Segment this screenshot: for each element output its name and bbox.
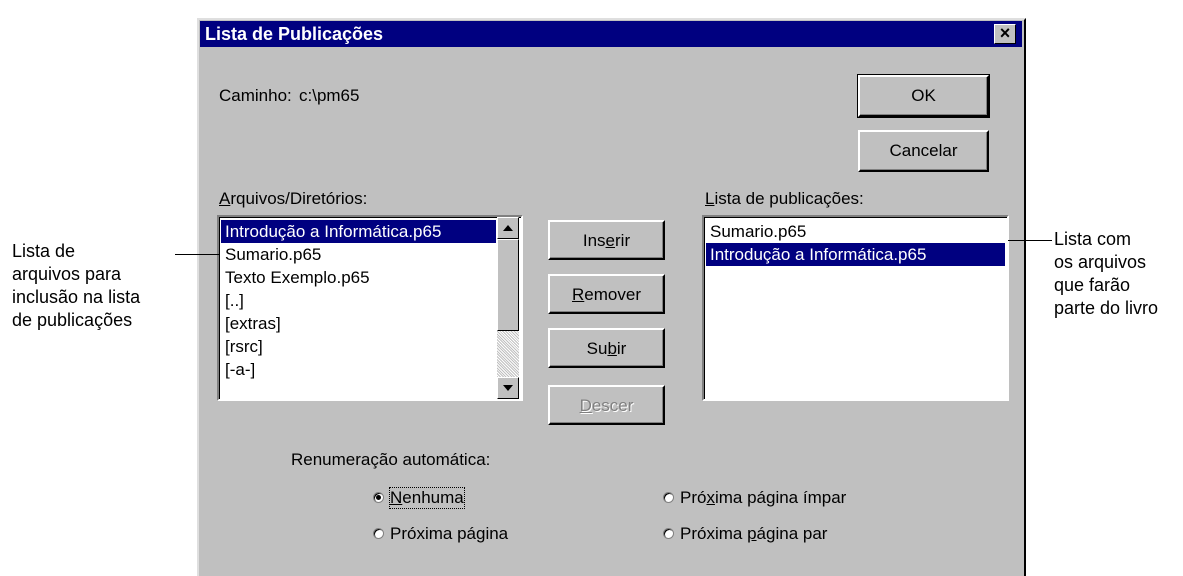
remove-button[interactable]: Remover xyxy=(548,274,665,314)
radio-button[interactable] xyxy=(663,492,674,503)
renumber-label: Renumeração automática: xyxy=(291,450,491,469)
annotation-right: Lista com os arquivos que farão parte do… xyxy=(1054,229,1159,318)
radio-button[interactable] xyxy=(663,528,674,539)
scroll-down-button[interactable] xyxy=(497,377,519,399)
ok-button-label: OK xyxy=(911,86,936,105)
file-list-item[interactable]: Sumario.p65 xyxy=(221,243,496,266)
ok-button[interactable]: OK xyxy=(857,74,990,118)
close-icon: × xyxy=(999,23,1011,43)
insert-button[interactable]: Inserir xyxy=(548,220,665,260)
radio-checked-dot xyxy=(376,495,381,500)
path-label: Caminho: xyxy=(219,86,292,105)
scroll-track[interactable] xyxy=(497,331,519,377)
up-button[interactable]: Subir xyxy=(548,328,665,368)
radio-button[interactable] xyxy=(373,528,384,539)
files-listbox[interactable]: Introdução a Informática.p65 Sumario.p65… xyxy=(217,215,523,401)
annotation-left: Lista de arquivos para inclusão na lista… xyxy=(12,241,141,330)
scroll-up-button[interactable] xyxy=(497,217,519,239)
file-list-item[interactable]: [..] xyxy=(221,289,496,312)
pub-list-item[interactable]: Introdução a Informática.p65 xyxy=(706,243,1005,266)
dialog-title: Lista de Publicações xyxy=(205,24,384,44)
file-list-item[interactable]: Texto Exemplo.p65 xyxy=(221,266,496,289)
annotation-right-leader xyxy=(1008,240,1052,241)
file-list-item[interactable]: [-a-] xyxy=(221,358,496,381)
files-list-label: Arquivos/Diretórios: xyxy=(219,189,368,208)
radio-label-next-odd-page: Próxima página ímpar xyxy=(680,488,847,507)
pub-listbox[interactable]: Sumario.p65 Introdução a Informática.p65 xyxy=(702,215,1009,401)
close-button[interactable]: × xyxy=(994,24,1016,44)
annotation-left-leader xyxy=(175,254,219,255)
pub-list-item[interactable]: Sumario.p65 xyxy=(706,220,1005,243)
scroll-thumb[interactable] xyxy=(497,239,519,331)
radio-label-none: Nenhuma xyxy=(389,487,465,509)
radio-button[interactable] xyxy=(373,492,384,503)
cancel-button-label: Cancelar xyxy=(889,141,958,160)
file-list-item[interactable]: [rsrc] xyxy=(221,335,496,358)
pub-list-label: Lista de publicações: xyxy=(705,189,864,208)
arrow-up-icon xyxy=(503,225,513,231)
file-list-item[interactable]: [extras] xyxy=(221,312,496,335)
radio-label-next-page: Próxima página xyxy=(390,524,509,543)
path-value: c:\pm65 xyxy=(299,86,360,105)
radio-label-next-even-page: Próxima página par xyxy=(680,524,828,543)
cancel-button[interactable]: Cancelar xyxy=(858,130,989,172)
arrow-down-icon xyxy=(503,385,513,391)
file-list-item[interactable]: Introdução a Informática.p65 xyxy=(221,220,496,243)
files-scrollbar[interactable] xyxy=(497,217,519,399)
down-button[interactable]: Descer xyxy=(548,385,665,425)
